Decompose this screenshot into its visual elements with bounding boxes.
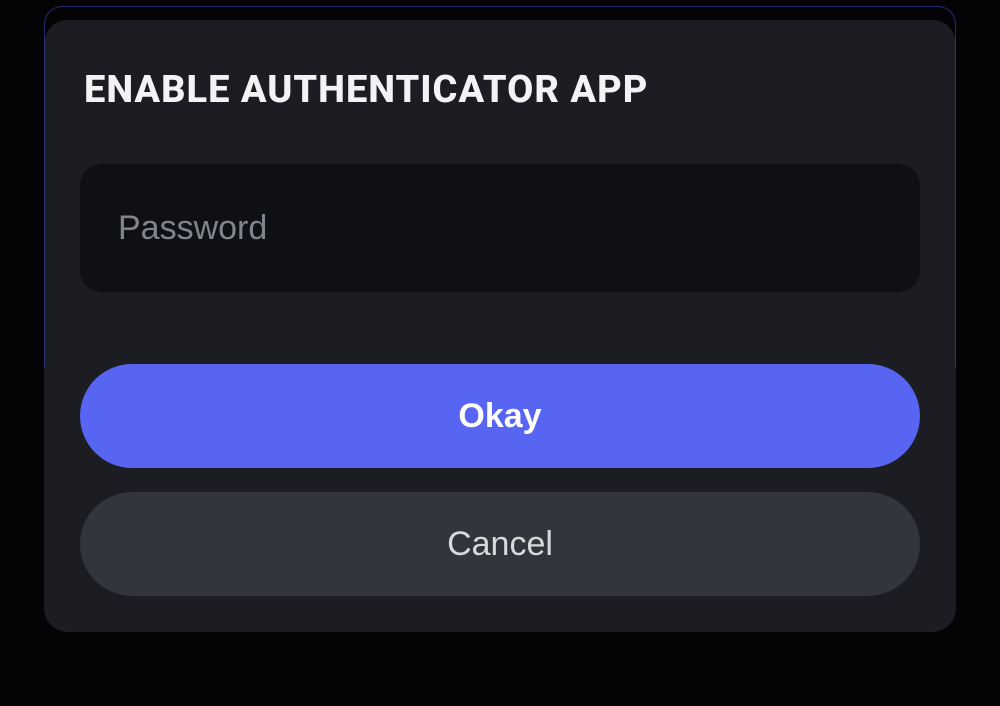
password-input[interactable] <box>80 164 920 292</box>
okay-button[interactable]: Okay <box>80 364 920 468</box>
enable-authenticator-modal: ENABLE AUTHENTICATOR APP Okay Cancel <box>44 20 956 632</box>
cancel-button[interactable]: Cancel <box>80 492 920 596</box>
modal-title: ENABLE AUTHENTICATOR APP <box>84 68 920 112</box>
